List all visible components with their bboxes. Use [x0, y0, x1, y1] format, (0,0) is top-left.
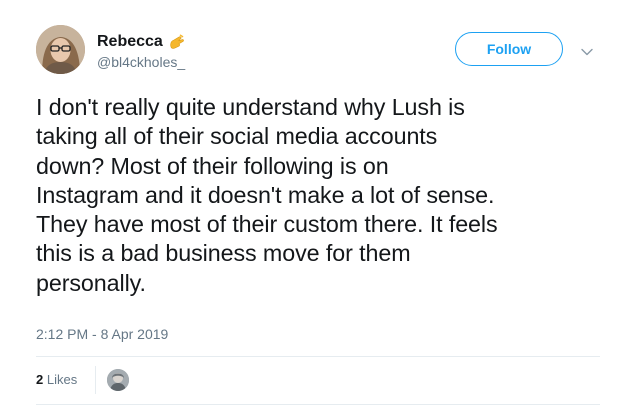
user-handle[interactable]: @bl4ckholes_	[97, 54, 185, 70]
avatar[interactable]	[36, 25, 85, 74]
liker-avatar[interactable]	[107, 369, 129, 391]
likes-label: Likes	[46, 372, 78, 387]
tweet-text-line: personally.	[36, 269, 146, 296]
pinching-hand-emoji-icon	[168, 33, 186, 51]
chevron-down-icon[interactable]	[580, 44, 594, 56]
likes-count: 2	[36, 372, 44, 387]
tweet-text-line: I don't really quite understand why Lush…	[36, 94, 465, 120]
display-name-row: Rebecca	[97, 32, 186, 52]
divider	[36, 404, 600, 405]
tweet-text-line: taking all of their social media account…	[36, 123, 438, 150]
tweet-text-line: Instagram and it doesn't make a lot of s…	[36, 181, 495, 208]
display-name[interactable]: Rebecca	[97, 33, 163, 51]
tweet-card: Rebecca @bl4ckholes_ Follow I don't real…	[0, 0, 635, 409]
tweet-text-line: They have most of their custom there. It…	[36, 211, 498, 238]
tweet-timestamp[interactable]: 2:12 PM - 8 Apr 2019	[36, 326, 168, 342]
likes-separator	[95, 366, 96, 394]
tweet-text-line: down? Most of their following is on	[36, 152, 389, 179]
divider	[36, 356, 600, 357]
tweet-text: I don't really quite understand why Lush…	[36, 93, 616, 298]
follow-button[interactable]: Follow	[455, 32, 563, 66]
likes-stat[interactable]: 2 Likes	[36, 372, 77, 387]
tweet-text-line: this is a bad business move for them	[36, 240, 411, 267]
